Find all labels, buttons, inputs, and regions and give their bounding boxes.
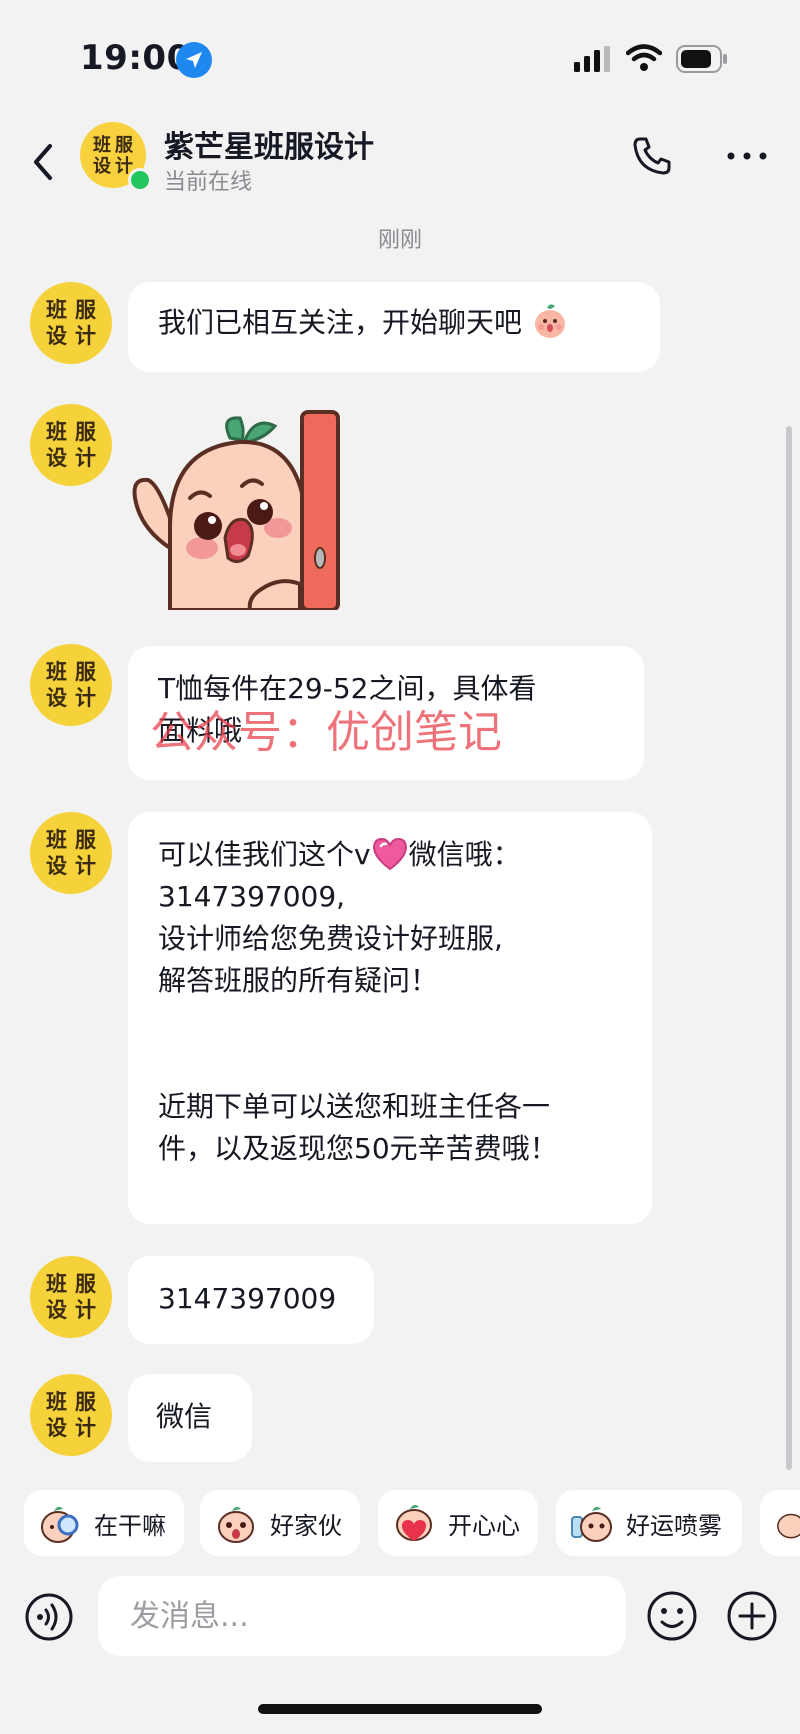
- chip-label: 开心心: [448, 1511, 520, 1540]
- contact-avatar[interactable]: 班服设计: [30, 282, 112, 364]
- location-icon: [176, 42, 212, 78]
- peach-peek-sticker[interactable]: [130, 408, 340, 610]
- wifi-icon: [626, 44, 662, 71]
- voice-icon[interactable]: [24, 1592, 74, 1642]
- svg-text:班: 班: [93, 135, 111, 156]
- scrollbar[interactable]: [786, 426, 792, 1470]
- quick-reply-chip[interactable]: 在干嘛: [24, 1490, 184, 1556]
- peach-heart-icon: [396, 1504, 432, 1541]
- signal-icon: [574, 46, 610, 72]
- online-indicator: [128, 168, 152, 192]
- peach-emoji-icon: [534, 304, 565, 338]
- message-line: 3147397009,: [158, 880, 346, 913]
- status-bar: 19:00: [0, 0, 800, 118]
- message-line: 件，以及返现您50元辛苦费哦！: [158, 1132, 558, 1165]
- message-text: 我们已相互关注，开始聊天吧: [158, 306, 523, 339]
- message-line: 可以佳我们这个v 微信哦：: [158, 837, 521, 871]
- contact-avatar[interactable]: 班服设计: [30, 1256, 112, 1338]
- emoji-icon[interactable]: [646, 1590, 698, 1642]
- quick-reply-chip[interactable]: 开心心: [378, 1490, 538, 1556]
- peach-spray-icon: [571, 1506, 612, 1542]
- chip-label: 好家伙: [270, 1511, 342, 1540]
- message-input[interactable]: [98, 1576, 626, 1656]
- message-bubble[interactable]: 我们已相互关注，开始聊天吧: [128, 282, 660, 372]
- message-bubble[interactable]: 微信: [128, 1374, 252, 1462]
- quick-reply-chip[interactable]: [760, 1490, 800, 1556]
- chip-label: 好运喷雾: [626, 1511, 722, 1540]
- svg-text:设: 设: [93, 156, 111, 177]
- contact-avatar[interactable]: 班服设计: [30, 404, 112, 486]
- plus-icon[interactable]: [726, 1590, 778, 1642]
- contact-avatar[interactable]: 班服设计: [30, 644, 112, 726]
- message-bubble[interactable]: 可以佳我们这个v 微信哦： 3147397009, 设计师给您免费设计好班服, 解…: [128, 812, 652, 1224]
- chip-label: 在干嘛: [94, 1511, 166, 1540]
- peach-sticker-icon: [777, 1513, 800, 1539]
- peach-magnifier-icon: [41, 1506, 79, 1543]
- quick-reply-bar: 在干嘛 好家伙 开心心 好运喷雾: [0, 1470, 800, 1580]
- message-line: 解答班服的所有疑问！: [158, 964, 439, 997]
- message-line: 设计师给您免费设计好班服,: [158, 922, 503, 955]
- timestamp: 刚刚: [377, 228, 422, 253]
- back-button[interactable]: [26, 132, 66, 192]
- phone-icon[interactable]: [630, 134, 674, 178]
- message-text: 微信: [156, 1400, 213, 1433]
- contact-avatar[interactable]: 班服设计: [30, 1374, 112, 1456]
- contact-name[interactable]: 紫芒星班服设计: [164, 122, 374, 166]
- battery-icon: [676, 45, 727, 73]
- message-text: 3147397009: [158, 1282, 337, 1315]
- quick-reply-chip[interactable]: 好运喷雾: [556, 1490, 742, 1556]
- watermark: 公众号：优创笔记: [150, 707, 502, 758]
- message-bubble[interactable]: 3147397009: [128, 1256, 374, 1344]
- home-indicator[interactable]: [258, 1704, 542, 1714]
- chat-area[interactable]: 刚刚 班服设计 我们已相互关注，开始聊天吧 班服设计 班 服 设 计 T恤每件在…: [0, 200, 800, 1470]
- contact-avatar[interactable]: 班服设计: [30, 812, 112, 894]
- message-line: 近期下单可以送您和班主任各一: [158, 1090, 551, 1123]
- status-time: 19:00: [80, 38, 191, 78]
- svg-text:服: 服: [115, 135, 134, 156]
- peach-surprised-icon: [218, 1506, 254, 1543]
- more-dots-icon[interactable]: [722, 134, 772, 178]
- input-bar: [0, 1576, 800, 1666]
- quick-reply-chip[interactable]: 好家伙: [200, 1490, 360, 1556]
- pink-heart-icon: [372, 837, 407, 871]
- contact-status: 当前在线: [164, 170, 253, 195]
